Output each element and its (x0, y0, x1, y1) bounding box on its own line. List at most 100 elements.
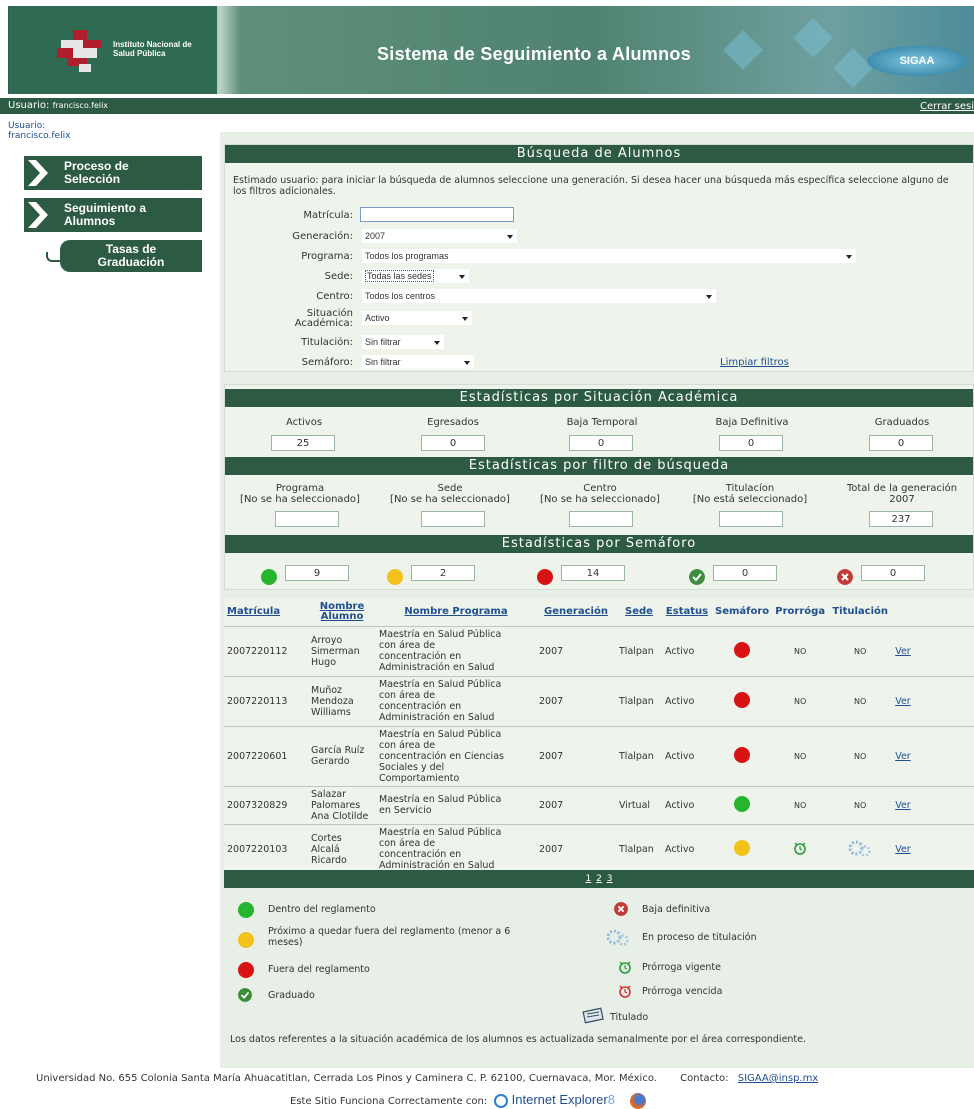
stat-titulacion-value (719, 511, 783, 527)
header-matricula[interactable]: Matrícula (224, 598, 308, 627)
cell-sede: Virtual (616, 786, 662, 825)
legend-baja: Baja definitiva (642, 904, 711, 915)
header-generacion[interactable]: Generación (536, 598, 616, 627)
footer-contact-label: Contacto: (680, 1073, 729, 1084)
proceso-titulacion-icon (606, 929, 629, 946)
footer-browser-note: Este Sitio Funciona Correctamente con: (290, 1096, 488, 1107)
stat-baja-temporal-value: 0 (569, 435, 633, 451)
situacion-select[interactable]: Activo (362, 311, 472, 325)
legend-proximo: Próximo a quedar fuera del reglamento (m… (268, 926, 511, 948)
table-row: 2007220103 Cortes Alcalá Ricardo Maestría… (224, 824, 974, 875)
browser-name: Internet Explorer (511, 1092, 608, 1107)
decorative-diamond-icon (793, 18, 833, 58)
header-programa[interactable]: Nombre Programa (376, 598, 536, 627)
cell-generacion: 2007 (536, 824, 616, 875)
semaforo-select[interactable]: Sin filtrar (362, 355, 474, 369)
cell-estatus: Activo (662, 786, 712, 825)
graduated-check-icon (689, 569, 705, 585)
system-title: Sistema de Seguimiento a Alumnos (377, 44, 691, 64)
table-row: 2007220113 Muñoz Mendoza Williams Maestría… (224, 676, 974, 727)
decorative-diamond-icon (833, 48, 873, 88)
sidebar-item-tasas-graduacion[interactable]: Tasas de Graduación (60, 240, 202, 272)
user-bar: Usuario: francisco.felix Cerrar sesi (0, 98, 974, 114)
header-sede[interactable]: Sede (616, 598, 662, 627)
institution-name: Instituto Nacional de Salud Pública (113, 40, 192, 58)
ver-link[interactable]: Ver (895, 646, 911, 657)
logout-link[interactable]: Cerrar sesi (920, 101, 974, 112)
cell-nombre: Salazar Palomares Ana Clotilde (308, 786, 376, 825)
cell-semaforo (712, 786, 773, 825)
page-link-3[interactable]: 3 (607, 874, 613, 884)
legend-titulado: Titulado (610, 1012, 649, 1023)
stat-total-generacion-value: 237 (869, 511, 933, 527)
browser-version: 8 (607, 1092, 615, 1107)
chevron-right-icon (28, 160, 48, 186)
ver-link[interactable]: Ver (895, 696, 911, 707)
stat-centro-label: Centro [No se ha seleccionado] (540, 483, 660, 505)
current-user: Usuario: francisco.felix (8, 100, 109, 111)
sede-select[interactable]: Todas las sedes (362, 269, 469, 283)
cell-nombre: Cortes Alcalá Ricardo (308, 824, 376, 875)
legend-proceso: En proceso de titulación (642, 932, 757, 943)
cell-matricula: 2007220103 (224, 824, 308, 875)
search-title: Búsqueda de Alumnos (225, 145, 973, 163)
stat-egresados-label: Egresados (427, 417, 479, 428)
footer-browser-line: Este Sitio Funciona Correctamente con: I… (290, 1092, 647, 1109)
sigaa-badge: SIGAA (867, 46, 967, 76)
generacion-select[interactable]: 2007 (362, 229, 517, 243)
semaforo-green-count: 9 (285, 565, 349, 581)
cell-estatus: Activo (662, 824, 712, 875)
header-estatus[interactable]: Estatus (662, 598, 712, 627)
cell-sede: Tlalpan (616, 824, 662, 875)
cell-semaforo (712, 676, 773, 727)
cell-programa: Maestría en Salud Pública con área de conc… (376, 726, 536, 787)
insp-logo-icon (57, 30, 101, 72)
sidebar-item-seguimiento-alumnos[interactable]: Seguimiento a Alumnos (24, 198, 202, 232)
clear-filters-link[interactable]: Limpiar filtros (720, 357, 789, 368)
matricula-input[interactable] (360, 207, 514, 222)
chevron-right-icon (28, 202, 48, 228)
programa-select[interactable]: Todos los programas (362, 249, 856, 263)
prorroga-vigente-icon (619, 961, 631, 974)
stat-titulacion-label: Titulacíon [No está seleccionado] (692, 483, 808, 505)
chevron-down-icon (462, 317, 468, 321)
chevron-down-icon (434, 341, 440, 345)
header-titulacion: Titulación (828, 598, 893, 627)
stats-panel: Estadísticas por Situación Académica Act… (224, 384, 974, 590)
yellow-light-icon (734, 839, 751, 856)
cell-prorroga (772, 824, 829, 875)
ver-link[interactable]: Ver (895, 844, 911, 855)
cell-estatus: Activo (662, 726, 712, 787)
chevron-down-icon (459, 275, 465, 279)
cell-generacion: 2007 (536, 726, 616, 787)
sidebar-item-proceso-seleccion[interactable]: Proceso de Selección (24, 156, 202, 190)
cell-prorroga: NO (772, 626, 829, 677)
titulacion-select[interactable]: Sin filtrar (362, 335, 444, 349)
stat-activos-label: Activos (285, 417, 323, 428)
cell-generacion: 2007 (536, 626, 616, 677)
cell-matricula: 2007220601 (224, 726, 308, 787)
legend-vencida: Prórroga vencida (642, 986, 723, 997)
header-nombre[interactable]: Nombre Alumno (308, 598, 376, 627)
cell-generacion: 2007 (536, 676, 616, 727)
search-intro: Estimado usuario: para iniciar la búsque… (233, 175, 949, 197)
cell-nombre: García Ruíz Gerardo (308, 726, 376, 787)
cell-nombre: Arroyo Simerman Hugo (308, 626, 376, 677)
page-link-2[interactable]: 2 (596, 874, 602, 884)
cell-estatus: Activo (662, 676, 712, 727)
ver-link[interactable]: Ver (895, 800, 911, 811)
stat-programa-value (275, 511, 339, 527)
baja-definitiva-icon (837, 569, 853, 585)
ver-link[interactable]: Ver (895, 751, 911, 762)
contact-email-link[interactable]: SIGAA@insp.mx (738, 1073, 819, 1084)
stat-activos-value: 25 (271, 435, 335, 451)
results-table: Matrícula Nombre Alumno Nombre Programa G… (224, 598, 974, 875)
centro-label: Centro: (316, 291, 353, 302)
chevron-down-icon (464, 361, 470, 365)
centro-select[interactable]: Todos los centros (362, 289, 716, 303)
situacion-label: Situación Académica: (294, 308, 353, 329)
legend-panel: Dentro del reglamento Próximo a quedar f… (224, 888, 974, 1052)
header-banner: Instituto Nacional de Salud Pública Sist… (8, 6, 974, 94)
page-link-1[interactable]: 1 (586, 874, 592, 884)
table-row: 2007220601 García Ruíz Gerardo Maestría e… (224, 726, 974, 787)
